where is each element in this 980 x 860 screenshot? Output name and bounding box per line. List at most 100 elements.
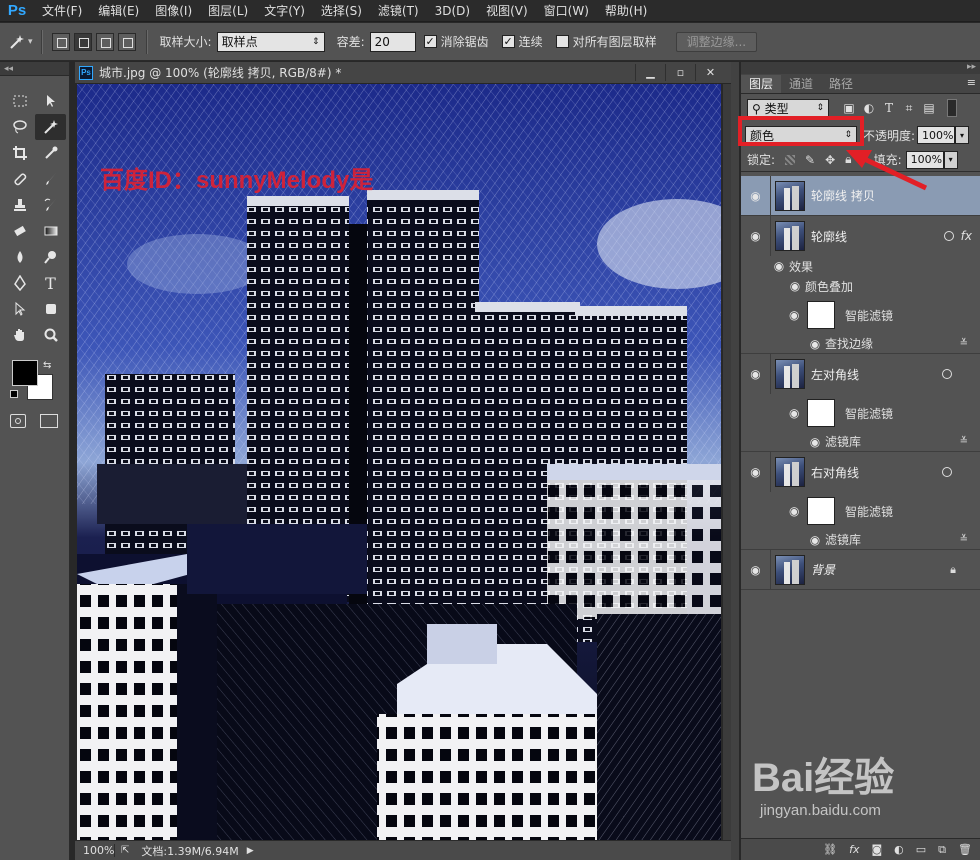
path-selection-icon[interactable] — [4, 296, 35, 322]
move-tool-icon[interactable] — [35, 88, 66, 114]
shape-tool-icon[interactable] — [35, 296, 66, 322]
sample-size-select[interactable]: 取样点 ⇕ — [216, 31, 325, 52]
menu-help[interactable]: 帮助(H) — [597, 0, 655, 22]
magic-wand-preset-icon[interactable] — [6, 31, 28, 53]
filter-adjustment-icon[interactable]: ◐ — [859, 101, 879, 115]
filter-toggle[interactable] — [947, 99, 957, 117]
antialias-checkbox[interactable]: ✓ — [423, 35, 437, 48]
blur-tool-icon[interactable] — [4, 244, 35, 270]
new-selection-button[interactable] — [51, 32, 70, 51]
zoom-level[interactable]: 100% — [75, 844, 115, 857]
brush-tool-icon[interactable] — [35, 166, 66, 192]
clone-stamp-icon[interactable] — [4, 192, 35, 218]
smart-filter-mask-thumbnail[interactable] — [807, 301, 835, 329]
refine-edge-button[interactable]: 调整边缘... — [675, 31, 758, 52]
visibility-eye-icon[interactable]: ◉ — [741, 452, 771, 492]
document-tab[interactable]: Ps 城市.jpg @ 100% (轮廓线 拷贝, RGB/8#) * ▁ ▫ … — [75, 62, 731, 84]
menu-window[interactable]: 窗口(W) — [536, 0, 597, 22]
tab-paths[interactable]: 路径 — [821, 75, 861, 93]
swap-colors-icon[interactable]: ⇆ — [43, 360, 51, 371]
menu-type[interactable]: 文字(Y) — [256, 0, 313, 22]
filter-options-icon[interactable]: ≚ — [960, 338, 968, 349]
menu-filter[interactable]: 滤镜(T) — [370, 0, 427, 22]
status-menu-icon[interactable]: ▶ — [247, 846, 254, 856]
trash-icon[interactable]: 🗑︎ — [958, 843, 972, 856]
history-brush-icon[interactable] — [35, 192, 66, 218]
color-overlay-row[interactable]: ◉ 颜色叠加 — [741, 276, 980, 296]
minimize-icon[interactable]: ▁ — [635, 64, 665, 81]
filter-gallery-row[interactable]: ◉ 滤镜库 ≚ — [741, 530, 980, 550]
layer-row-outline-copy[interactable]: ◉ 轮廓线 拷贝 — [741, 176, 980, 216]
maximize-icon[interactable]: ▫ — [665, 64, 695, 81]
contiguous-checkbox[interactable]: ✓ — [501, 35, 515, 48]
intersect-selection-button[interactable] — [117, 32, 136, 51]
smart-filter-row[interactable]: ◉ 智能滤镜 — [741, 394, 980, 432]
fill-dropdown-icon[interactable]: ▾ — [943, 150, 958, 169]
tolerance-input[interactable]: 20 — [369, 31, 416, 52]
zoom-tool-icon[interactable] — [35, 322, 66, 348]
panel-divider[interactable] — [731, 62, 739, 860]
add-selection-button[interactable] — [73, 32, 92, 51]
pen-tool-icon[interactable] — [4, 270, 35, 296]
default-colors-icon[interactable] — [10, 390, 18, 398]
filter-kind-select[interactable]: ⚲ 类型 ⇕ — [747, 99, 829, 117]
filter-gallery-eye-icon[interactable]: ◉ — [805, 533, 825, 547]
panel-collapse-bar[interactable]: ▸▸ — [741, 62, 980, 74]
smart-filter-mask-thumbnail[interactable] — [807, 497, 835, 525]
fx-icon[interactable]: fx — [961, 229, 972, 243]
layer-row-background[interactable]: ◉ 背景 🔒︎ — [741, 550, 980, 590]
close-icon[interactable]: ✕ — [695, 64, 725, 81]
menu-file[interactable]: 文件(F) — [34, 0, 90, 22]
share-icon[interactable]: ⇱ — [121, 845, 129, 856]
find-edges-row[interactable]: ◉ 查找边缘 ≚ — [741, 334, 980, 354]
lock-transparent-icon[interactable] — [785, 154, 796, 165]
new-adjustment-icon[interactable]: ◐ — [894, 843, 904, 856]
filter-gallery-row[interactable]: ◉ 滤镜库 ≚ — [741, 432, 980, 452]
toolbox-collapse-icon[interactable]: ◂◂ — [0, 62, 69, 76]
smart-filter-row[interactable]: ◉ 智能滤镜 — [741, 296, 980, 334]
filter-gallery-eye-icon[interactable]: ◉ — [805, 435, 825, 449]
lock-pixels-icon[interactable]: ✎ — [805, 153, 815, 167]
link-layers-icon[interactable]: ⛓︎ — [823, 843, 837, 856]
effects-row[interactable]: ◉ 效果 — [741, 256, 980, 276]
quick-mask-icon[interactable] — [10, 414, 26, 428]
visibility-eye-icon[interactable]: ◉ — [741, 550, 771, 589]
lock-all-icon[interactable]: 🔒︎ — [845, 152, 851, 167]
find-edges-eye-icon[interactable]: ◉ — [805, 337, 825, 351]
crop-tool-icon[interactable] — [4, 140, 35, 166]
visibility-eye-icon[interactable]: ◉ — [741, 216, 771, 256]
type-tool-icon[interactable]: T — [35, 270, 66, 296]
layer-row-left-diagonal[interactable]: ◉ 左对角线 — [741, 354, 980, 394]
panel-menu-icon[interactable]: ≡ — [967, 76, 976, 89]
layer-row-right-diagonal[interactable]: ◉ 右对角线 — [741, 452, 980, 492]
opacity-input[interactable]: 100% — [917, 126, 956, 144]
visibility-eye-icon[interactable]: ◉ — [741, 176, 771, 215]
lasso-tool-icon[interactable] — [4, 114, 35, 140]
layer-row-outline[interactable]: ◉ 轮廓线 fx — [741, 216, 980, 256]
visibility-eye-icon[interactable]: ◉ — [741, 354, 771, 394]
foreground-color-swatch[interactable] — [12, 360, 38, 386]
add-mask-icon[interactable]: ◙ — [871, 843, 882, 856]
menu-select[interactable]: 选择(S) — [313, 0, 370, 22]
smart-filter-eye-icon[interactable]: ◉ — [789, 406, 799, 420]
eraser-tool-icon[interactable] — [4, 218, 35, 244]
canvas-vertical-scrollbar[interactable] — [723, 84, 731, 840]
smart-filter-mask-thumbnail[interactable] — [807, 399, 835, 427]
filter-type-icon[interactable]: T — [879, 101, 899, 115]
menu-image[interactable]: 图像(I) — [147, 0, 200, 22]
color-overlay-eye-icon[interactable]: ◉ — [785, 279, 805, 293]
fill-input[interactable]: 100% — [905, 150, 944, 169]
filter-shape-icon[interactable]: ⌗ — [899, 101, 919, 116]
menu-edit[interactable]: 编辑(E) — [90, 0, 147, 22]
menu-layer[interactable]: 图层(L) — [200, 0, 256, 22]
filter-smart-object-icon[interactable]: ▤ — [919, 101, 939, 115]
filter-options-icon[interactable]: ≚ — [960, 534, 968, 545]
all-layers-checkbox[interactable] — [555, 35, 569, 48]
effects-eye-icon[interactable]: ◉ — [769, 259, 789, 273]
menu-3d[interactable]: 3D(D) — [427, 0, 478, 22]
gradient-tool-icon[interactable] — [35, 218, 66, 244]
filter-pixel-icon[interactable]: ▣ — [839, 101, 859, 115]
magic-wand-tool-icon[interactable] — [35, 114, 66, 140]
marquee-tool-icon[interactable] — [4, 88, 35, 114]
hand-tool-icon[interactable] — [4, 322, 35, 348]
